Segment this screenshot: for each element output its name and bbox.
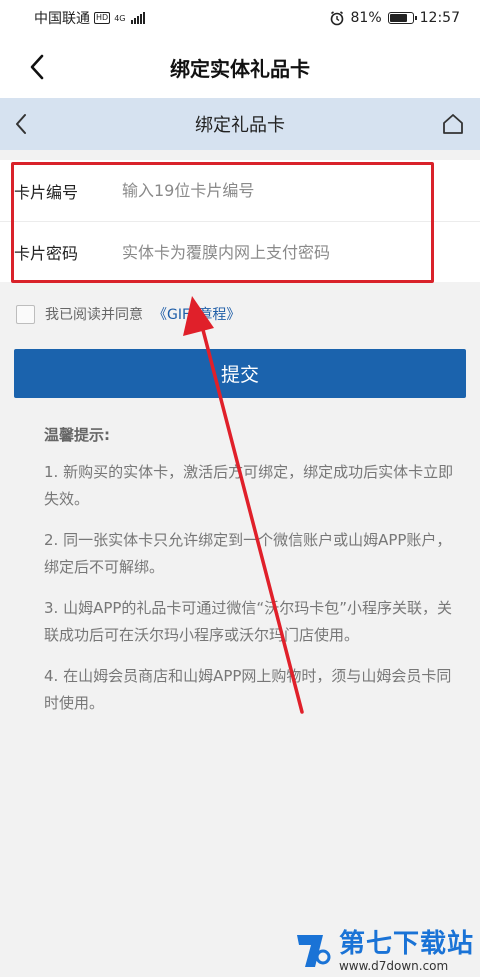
watermark-url: www.d7down.com [338,959,449,973]
battery-icon [387,12,417,24]
home-icon [443,114,463,134]
card-password-label: 卡片密码 [14,244,79,263]
agreement-row: 我已阅读并同意 《GIFT章程》 [16,304,240,324]
network-label: 4G [114,13,126,23]
card-number-row: 卡片编号 [0,160,480,221]
tip-item: 1. 新购买的实体卡，激活后方可绑定，绑定成功后实体卡立即失效。 [44,463,454,508]
card-password-input[interactable] [122,242,452,262]
card-number-input[interactable] [122,181,452,200]
web-back-button[interactable] [8,108,34,140]
web-header: 绑定礼品卡 [0,98,480,150]
battery-percent: 81% [350,10,382,26]
watermark-text: 第七下载站 www.d7down.com [339,929,474,973]
web-title: 绑定礼品卡 [195,115,285,136]
chevron-left-icon [30,54,44,80]
agreement-text: 我已阅读并同意 [45,307,143,323]
watermark-name: 第七下载站 [338,929,474,959]
watermark: 第七下载站 www.d7down.com [293,929,474,973]
alarm-icon [330,11,343,26]
tip-item: 4. 在山姆会员商店和山姆APP网上购物时，须与山姆会员卡同时使用。 [44,667,452,712]
status-right: 81% 12:57 [329,10,460,26]
app-back-button[interactable] [22,50,52,84]
tip-item: 3. 山姆APP的礼品卡可通过微信“沃尔玛卡包”小程序关联，关联成功后可在沃尔玛… [44,599,452,644]
status-bar: 中国联通 HD 4G 81% 12:57 [0,0,480,36]
clock: 12:57 [419,10,460,26]
tip-item: 2. 同一张实体卡只允许绑定到一个微信账户或山姆APP账户，绑定后不可解绑。 [44,531,452,576]
home-button[interactable] [438,109,468,139]
card-number-label: 卡片编号 [14,182,79,202]
card-password-row: 卡片密码 [0,221,480,282]
chevron-left-icon [16,114,26,134]
app-header: 绑定实体礼品卡 [0,36,480,98]
carrier-label: 中国联通 [34,11,90,27]
tips-title: 温馨提示: [44,426,110,444]
signal-icon [131,12,146,24]
submit-button[interactable]: 提交 [14,349,466,398]
watermark-logo-icon [296,935,331,967]
hd-badge: HD [94,12,111,24]
card-form: 卡片编号 卡片密码 [0,160,480,282]
tips-section: 温馨提示: 1. 新购买的实体卡，激活后方可绑定，绑定成功后实体卡立即失效。 2… [44,422,464,731]
agree-checkbox[interactable] [16,304,35,324]
gift-terms-link[interactable]: 《GIFT章程》 [153,304,240,324]
page-title: 绑定实体礼品卡 [170,56,310,81]
status-left: 中国联通 HD 4G [34,8,146,28]
